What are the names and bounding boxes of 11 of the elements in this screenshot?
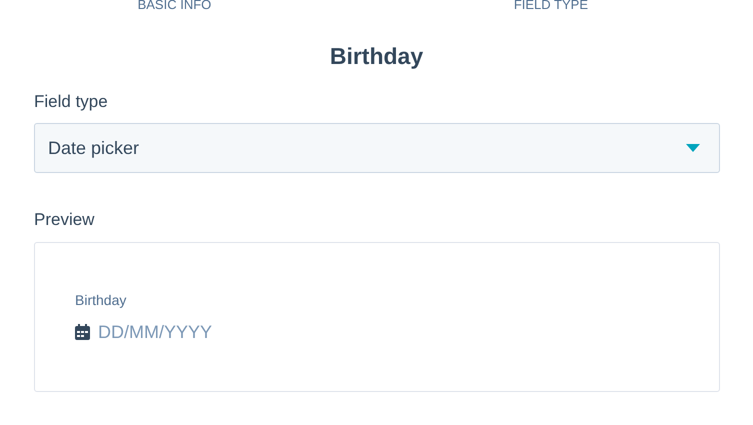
calendar-icon [75,324,90,340]
step-label: FIELD TYPE [514,0,588,12]
date-placeholder: DD/MM/YYYY [98,320,212,344]
page-title: Birthday [330,42,424,71]
preview-label: Preview [34,209,94,231]
field-type-dropdown[interactable]: Date picker [34,123,720,173]
field-label: Field type [34,90,108,112]
preview-field-label: Birthday [75,290,126,310]
dropdown-value: Date picker [48,136,140,160]
caret-icon [686,144,700,152]
step-label: BASIC INFO [138,0,212,12]
